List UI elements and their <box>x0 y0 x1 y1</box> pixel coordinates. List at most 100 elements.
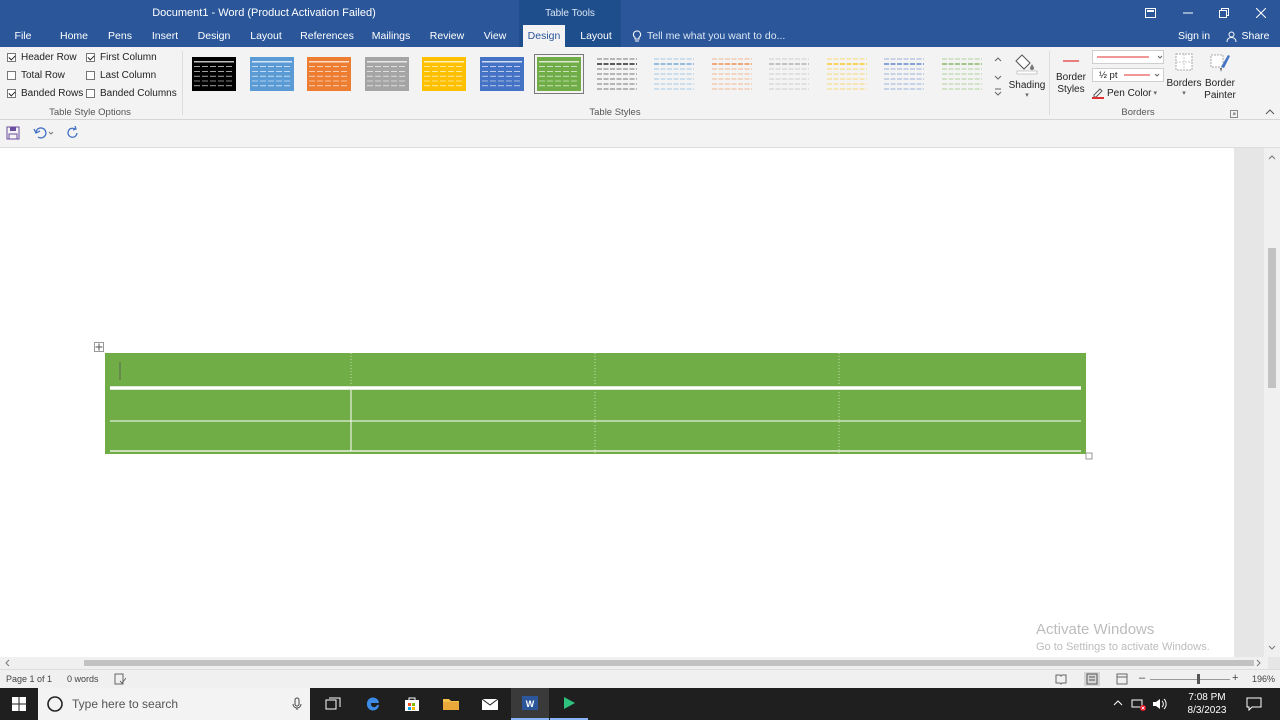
volume-icon[interactable] <box>1152 697 1168 711</box>
taskbar-search-box[interactable]: Type here to search <box>38 688 310 720</box>
pen-weight-dropdown[interactable]: ½ pt <box>1092 68 1164 82</box>
undo-icon[interactable] <box>33 126 55 140</box>
tab-view[interactable]: View <box>478 25 512 47</box>
word-count[interactable]: 0 words <box>67 674 99 684</box>
line-style-dropdown[interactable] <box>1092 50 1164 64</box>
tab-insert[interactable]: Insert <box>146 25 184 47</box>
document-title: Document1 - Word (Product Activation Fai… <box>152 7 376 19</box>
table-style-swatch[interactable] <box>307 57 351 91</box>
collapse-ribbon-icon[interactable] <box>1264 107 1276 117</box>
tab-table-design[interactable]: Design <box>523 25 565 48</box>
tab-review[interactable]: Review <box>426 25 468 47</box>
borders-button[interactable]: Borders ▾ <box>1166 51 1202 105</box>
edge-icon[interactable] <box>354 688 392 720</box>
tell-me-box[interactable]: Tell me what you want to do... <box>632 25 785 47</box>
save-icon[interactable] <box>6 126 20 140</box>
table-style-swatch[interactable] <box>422 57 466 91</box>
table-style-swatch[interactable] <box>192 57 236 91</box>
table-style-swatch[interactable] <box>534 54 584 94</box>
pen-color-label: Pen Color <box>1107 87 1152 99</box>
close-icon[interactable] <box>1243 0 1279 25</box>
zoom-slider-thumb[interactable] <box>1197 674 1200 684</box>
start-button[interactable] <box>0 688 38 720</box>
tab-home[interactable]: Home <box>54 25 94 47</box>
print-layout-icon[interactable] <box>1084 672 1100 686</box>
tab-layout[interactable]: Layout <box>244 25 288 47</box>
table-resize-handle[interactable] <box>1085 452 1093 460</box>
total-row-checkbox[interactable]: Total Row <box>7 70 65 81</box>
gallery-scroll[interactable] <box>992 53 1004 99</box>
tab-references[interactable]: References <box>298 25 356 47</box>
chevron-down-icon: ▾ <box>1153 90 1157 97</box>
banded-rows-checkbox[interactable]: Banded Rows <box>7 88 83 99</box>
page-count[interactable]: Page 1 of 1 <box>6 674 52 684</box>
document-page[interactable] <box>0 148 1234 657</box>
checkbox-box <box>86 89 95 98</box>
tab-design[interactable]: Design <box>194 25 234 47</box>
zoom-in-icon[interactable]: + <box>1232 672 1240 686</box>
clock-date: 8/3/2023 <box>1187 705 1227 716</box>
windows-taskbar: Type here to search W 7:08 PM 8/3/2023 <box>0 688 1280 720</box>
redo-icon[interactable] <box>66 125 80 140</box>
table-style-swatch[interactable] <box>364 57 409 91</box>
svg-text:W: W <box>526 699 535 709</box>
clock-time: 7:08 PM <box>1188 692 1226 703</box>
table-fill <box>105 353 1086 454</box>
zoom-slider[interactable] <box>1150 679 1230 680</box>
shading-button[interactable]: Shading ▾ <box>1008 51 1046 105</box>
person-icon <box>1226 31 1237 42</box>
share-button[interactable]: Share <box>1220 25 1276 47</box>
document-table[interactable] <box>100 348 1100 464</box>
dialog-launcher-icon[interactable] <box>1230 109 1238 118</box>
store-icon[interactable] <box>393 688 431 720</box>
table-style-swatch[interactable] <box>710 57 754 91</box>
pen-weight-value: ½ pt <box>1099 69 1118 81</box>
minimize-icon[interactable] <box>1170 0 1206 25</box>
word-taskbar-icon[interactable]: W <box>511 688 549 720</box>
table-tools-title: Table Tools <box>519 0 621 25</box>
read-mode-icon[interactable] <box>1055 673 1067 685</box>
media-app-icon[interactable] <box>550 688 588 720</box>
first-column-checkbox[interactable]: First Column <box>86 52 157 63</box>
horizontal-scrollbar[interactable] <box>0 657 1268 669</box>
checkbox-box <box>7 89 16 98</box>
table-style-swatch[interactable] <box>249 57 294 91</box>
file-explorer-icon[interactable] <box>432 688 470 720</box>
table-style-swatch[interactable] <box>652 57 696 91</box>
zoom-level[interactable]: 196% <box>1252 674 1275 684</box>
table-style-swatch[interactable] <box>825 57 869 91</box>
border-styles-button[interactable]: Border Styles <box>1054 51 1088 105</box>
proofing-icon[interactable] <box>114 673 127 685</box>
mail-icon[interactable] <box>471 688 509 720</box>
task-view-icon[interactable] <box>314 688 352 720</box>
web-layout-icon[interactable] <box>1116 673 1128 685</box>
ribbon-display-options-icon[interactable] <box>1132 0 1168 25</box>
action-center-icon[interactable] <box>1246 697 1262 712</box>
horizontal-scroll-thumb[interactable] <box>84 660 1254 666</box>
sign-in-link[interactable]: Sign in <box>1172 25 1216 47</box>
last-column-checkbox[interactable]: Last Column <box>86 70 156 81</box>
tab-file[interactable]: File <box>6 25 40 47</box>
zoom-out-icon[interactable]: – <box>1139 672 1147 686</box>
maximize-icon[interactable] <box>1206 0 1242 25</box>
tab-pens[interactable]: Pens <box>104 25 136 47</box>
taskbar-clock[interactable]: 7:08 PM 8/3/2023 <box>1176 691 1238 717</box>
table-style-swatch[interactable] <box>940 57 984 91</box>
table-style-swatch[interactable] <box>767 57 811 91</box>
table-style-swatch[interactable] <box>479 57 524 91</box>
vertical-scrollbar[interactable] <box>1264 148 1280 657</box>
tab-table-layout[interactable]: Layout <box>575 25 617 47</box>
table-style-swatch[interactable] <box>882 57 926 91</box>
network-icon[interactable] <box>1131 697 1147 711</box>
border-painter-button[interactable]: Border Painter <box>1202 51 1238 105</box>
microphone-icon[interactable] <box>292 697 302 711</box>
table-style-options-label: Table Style Options <box>49 107 131 118</box>
show-hidden-icons-icon[interactable] <box>1112 697 1124 711</box>
checkbox-box <box>86 53 95 62</box>
pen-color-button[interactable]: Pen Color ▾ <box>1092 86 1157 100</box>
header-row-checkbox[interactable]: Header Row <box>7 52 77 63</box>
vertical-scroll-thumb[interactable] <box>1268 248 1276 388</box>
table-style-swatch[interactable] <box>595 57 639 91</box>
tab-mailings[interactable]: Mailings <box>366 25 416 47</box>
banded-columns-checkbox[interactable]: Banded Columns <box>86 88 177 99</box>
